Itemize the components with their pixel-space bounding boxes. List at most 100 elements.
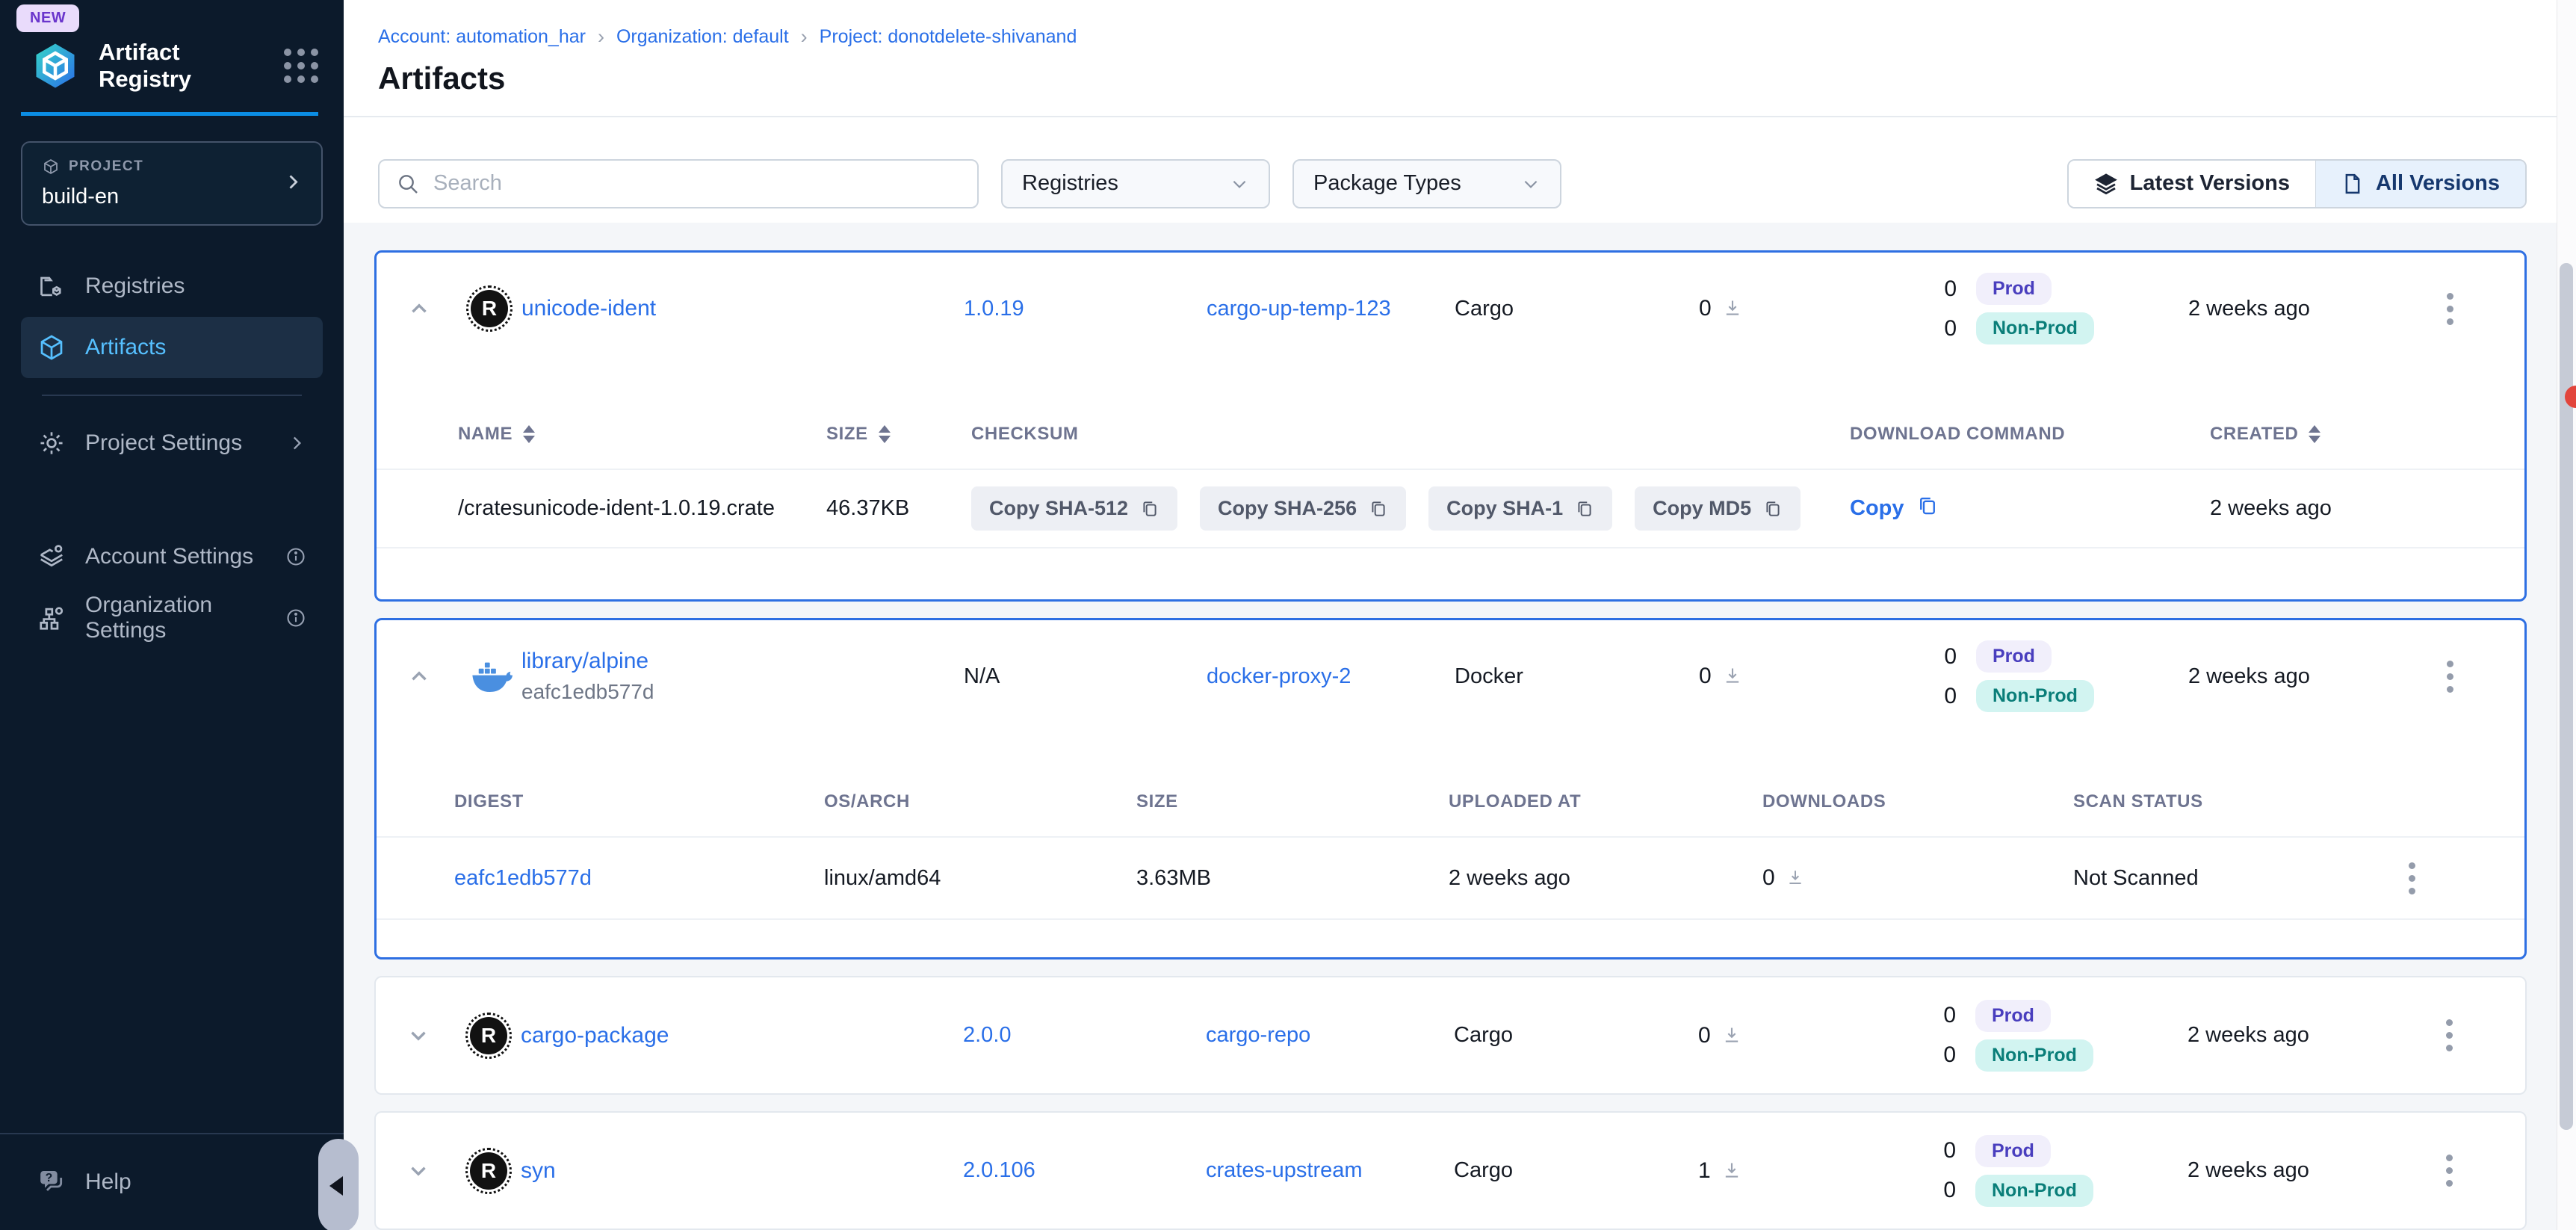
col-created: CREATED — [2210, 424, 2298, 445]
artifact-version-link[interactable]: 2.0.0 — [963, 1023, 1206, 1048]
copy-sha512-button[interactable]: Copy SHA-512 — [971, 486, 1177, 531]
artifact-name-link[interactable]: library/alpine — [521, 649, 648, 673]
sort-icon[interactable] — [2309, 425, 2320, 443]
package-type: Cargo — [1455, 297, 1699, 321]
artifact-card-cargo-package: R cargo-package 2.0.0 cargo-repo Cargo 0… — [374, 976, 2527, 1095]
artifact-registry-link[interactable]: cargo-up-temp-123 — [1207, 297, 1455, 321]
all-versions-label: All Versions — [2376, 171, 2500, 196]
search-icon — [396, 172, 420, 196]
sort-icon[interactable] — [523, 425, 535, 443]
artifact-row[interactable]: library/alpine eafc1edb577d N/A docker-p… — [377, 620, 2524, 732]
manifests-table-header: DIGEST OS/ARCH SIZE UPLOADED AT DOWNLOAD… — [377, 767, 2524, 838]
sidebar-item-label: Project Settings — [85, 430, 242, 456]
package-types-filter-label: Package Types — [1313, 171, 1461, 196]
all-versions-button[interactable]: All Versions — [2315, 161, 2525, 207]
copy-icon — [1140, 499, 1159, 519]
nonprod-badge: Non-Prod — [1975, 1175, 2093, 1207]
sidebar-item-account-settings[interactable]: Account Settings — [21, 526, 323, 587]
artifact-name-link[interactable]: unicode-ident — [521, 296, 964, 321]
collapse-row-button[interactable] — [406, 664, 471, 689]
search-input[interactable] — [433, 171, 961, 196]
environment-counts: 0Prod 0Non-Prod — [1934, 273, 2188, 344]
copy-download-command-button[interactable]: Copy — [1850, 495, 2210, 523]
row-menu-kebab-icon[interactable] — [2434, 1019, 2525, 1051]
artifact-registry-logo-icon — [30, 40, 81, 91]
collapse-row-button[interactable] — [406, 296, 471, 321]
col-downloads: DOWNLOADS — [1762, 791, 1886, 812]
prod-count: 0 — [1933, 1003, 1956, 1028]
row-menu-kebab-icon[interactable] — [2434, 1155, 2525, 1187]
artifact-digest-subtext: eafc1edb577d — [521, 680, 964, 704]
artifact-version-link[interactable]: 2.0.106 — [963, 1158, 1206, 1183]
artifact-version: N/A — [964, 664, 1207, 689]
registries-folder-icon — [37, 272, 66, 300]
info-icon[interactable] — [285, 546, 306, 567]
download-icon — [1721, 1025, 1742, 1046]
project-label: PROJECT — [69, 158, 143, 175]
sidebar-item-registries[interactable]: Registries — [21, 256, 323, 317]
sidebar-item-label: Organization Settings — [85, 593, 266, 643]
artifact-row[interactable]: R cargo-package 2.0.0 cargo-repo Cargo 0… — [376, 977, 2525, 1093]
artifact-row[interactable]: R unicode-ident 1.0.19 cargo-up-temp-123… — [377, 253, 2524, 365]
sidebar-collapse-handle[interactable] — [318, 1139, 359, 1230]
artifact-name-link[interactable]: cargo-package — [521, 1023, 963, 1048]
prod-badge: Prod — [1976, 640, 2052, 673]
brand-underline — [21, 112, 318, 116]
sidebar-item-organization-settings[interactable]: Organization Settings — [21, 587, 323, 649]
sidebar-item-label: Registries — [85, 273, 185, 299]
org-hierarchy-gear-icon — [37, 604, 66, 632]
breadcrumb-account-link[interactable]: Account: automation_har — [378, 26, 586, 48]
docker-manifests-table: DIGEST OS/ARCH SIZE UPLOADED AT DOWNLOAD… — [377, 767, 2524, 957]
collapse-left-icon — [329, 1176, 343, 1196]
updated-timestamp: 2 weeks ago — [2188, 1158, 2434, 1183]
cargo-package-icon: R — [470, 1152, 507, 1190]
artifact-registry-link[interactable]: docker-proxy-2 — [1207, 664, 1455, 689]
col-size: SIZE — [1136, 791, 1178, 812]
info-icon[interactable] — [285, 608, 306, 628]
package-type: Cargo — [1454, 1158, 1698, 1183]
svg-text:?: ? — [46, 1172, 53, 1184]
app-switcher-grid-icon[interactable] — [284, 49, 318, 83]
copy-icon — [1575, 499, 1594, 519]
sidebar-menu: Registries Artifacts Projec — [0, 256, 344, 649]
expand-row-button[interactable] — [406, 1023, 470, 1048]
artifact-name-link[interactable]: syn — [521, 1158, 963, 1184]
project-name: build-en — [42, 185, 302, 209]
sort-icon[interactable] — [879, 425, 891, 443]
vertical-scrollbar[interactable] — [2557, 0, 2576, 1230]
project-selector[interactable]: PROJECT build-en — [21, 141, 323, 226]
sidebar-item-project-settings[interactable]: Project Settings — [21, 412, 323, 474]
copy-md5-button[interactable]: Copy MD5 — [1635, 486, 1801, 531]
row-menu-kebab-icon[interactable] — [2397, 862, 2524, 894]
row-menu-kebab-icon[interactable] — [2435, 661, 2524, 693]
cargo-package-icon: R — [470, 1017, 507, 1054]
prod-badge: Prod — [1976, 273, 2052, 305]
manifest-downloads: 0 — [1762, 865, 1775, 891]
help-button[interactable]: ? Help — [0, 1134, 344, 1230]
downloads-count: 0 — [1698, 1023, 1711, 1048]
layers-gear-icon — [37, 543, 66, 571]
latest-versions-button[interactable]: Latest Versions — [2069, 161, 2315, 207]
package-type: Cargo — [1454, 1023, 1698, 1048]
artifact-registry-link[interactable]: crates-upstream — [1206, 1158, 1454, 1183]
chevron-down-icon — [1230, 174, 1249, 194]
package-types-filter-dropdown[interactable]: Package Types — [1292, 159, 1561, 208]
copy-sha256-button[interactable]: Copy SHA-256 — [1200, 486, 1406, 531]
artifact-version-link[interactable]: 1.0.19 — [964, 297, 1207, 321]
breadcrumb-organization-link[interactable]: Organization: default — [616, 26, 789, 48]
col-name: NAME — [458, 424, 513, 445]
expand-row-button[interactable] — [406, 1158, 470, 1184]
sidebar-item-artifacts[interactable]: Artifacts — [21, 317, 323, 378]
copy-icon — [1369, 499, 1388, 519]
artifact-row[interactable]: R syn 2.0.106 crates-upstream Cargo 1 0P… — [376, 1113, 2525, 1229]
digest-link[interactable]: eafc1edb577d — [454, 866, 824, 891]
package-type: Docker — [1455, 664, 1699, 689]
breadcrumb-project-link[interactable]: Project: donotdelete-shivanand — [820, 26, 1077, 48]
main-content: Account: automation_har › Organization: … — [344, 0, 2576, 1230]
page-header: Account: automation_har › Organization: … — [344, 0, 2576, 117]
row-menu-kebab-icon[interactable] — [2435, 293, 2524, 325]
copy-sha1-button[interactable]: Copy SHA-1 — [1428, 486, 1612, 531]
chevron-down-icon — [1521, 174, 1541, 194]
registries-filter-dropdown[interactable]: Registries — [1001, 159, 1270, 208]
artifact-registry-link[interactable]: cargo-repo — [1206, 1023, 1454, 1048]
